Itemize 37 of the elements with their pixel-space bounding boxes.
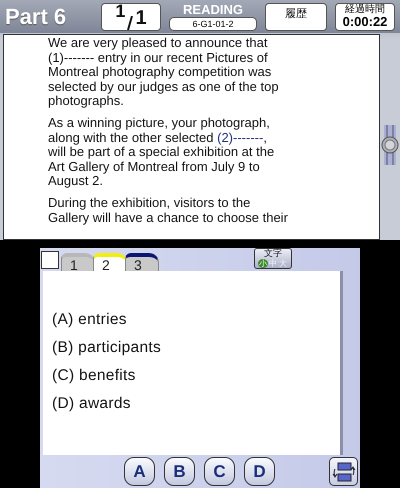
history-button[interactable]: 履歴 xyxy=(265,2,327,30)
swap-screens-button[interactable] xyxy=(329,457,358,486)
scrollbar[interactable] xyxy=(381,125,399,165)
passage-line: will be part of a special exhibition at the xyxy=(48,145,276,160)
mark-checkbox[interactable] xyxy=(41,251,59,269)
part-title: Part 6 xyxy=(5,4,68,30)
answer-choice: (A) entries xyxy=(52,311,128,329)
timer-value: 0:00:22 xyxy=(342,15,388,29)
question-tab[interactable]: 2 xyxy=(93,253,127,271)
text-size-button[interactable]: 文字 小 中 大 xyxy=(254,248,292,269)
answer-choice: (C) benefits xyxy=(52,367,137,385)
answer-button[interactable]: D xyxy=(244,457,275,486)
passage-line: (1)------- entry in our recent Pictures of xyxy=(48,50,269,66)
question-id: 6-G1-01-2 xyxy=(169,16,257,30)
passage-line: Art Gallery of Montreal from July 9 to xyxy=(48,160,261,174)
passage-line: along with the other selected (2)-------, xyxy=(48,130,267,146)
passage-line: photographs. xyxy=(48,94,125,109)
timer-label: 経過時間 xyxy=(345,4,385,15)
question-tab[interactable]: 3 xyxy=(125,253,159,271)
slash-icon xyxy=(127,16,134,30)
answer-choice: (D) awards xyxy=(52,395,132,413)
passage-line: As a winning picture, your photograph, xyxy=(48,116,271,131)
passage-line: Gallery will have a chance to choose their xyxy=(48,210,289,226)
answer-button[interactable]: A xyxy=(124,457,155,486)
answer-button[interactable]: B xyxy=(164,457,195,486)
passage-line: During the exhibition, visitors to the xyxy=(48,196,252,211)
answer-button[interactable]: C xyxy=(204,457,235,486)
page-total: 1 xyxy=(135,6,147,30)
answer-choice: (B) participants xyxy=(52,339,162,357)
passage-line: We are very pleased to announce that xyxy=(48,36,268,51)
swap-screens-icon xyxy=(332,460,356,484)
passage-line: August 2. xyxy=(48,174,103,189)
passage-line: selected by our judges as one of the top xyxy=(48,80,280,94)
section-label: READING xyxy=(183,2,243,16)
passage-line: Montreal photography competition was xyxy=(48,65,272,80)
page-current: 1 xyxy=(115,0,126,22)
question-tab[interactable]: 1 xyxy=(61,253,95,271)
